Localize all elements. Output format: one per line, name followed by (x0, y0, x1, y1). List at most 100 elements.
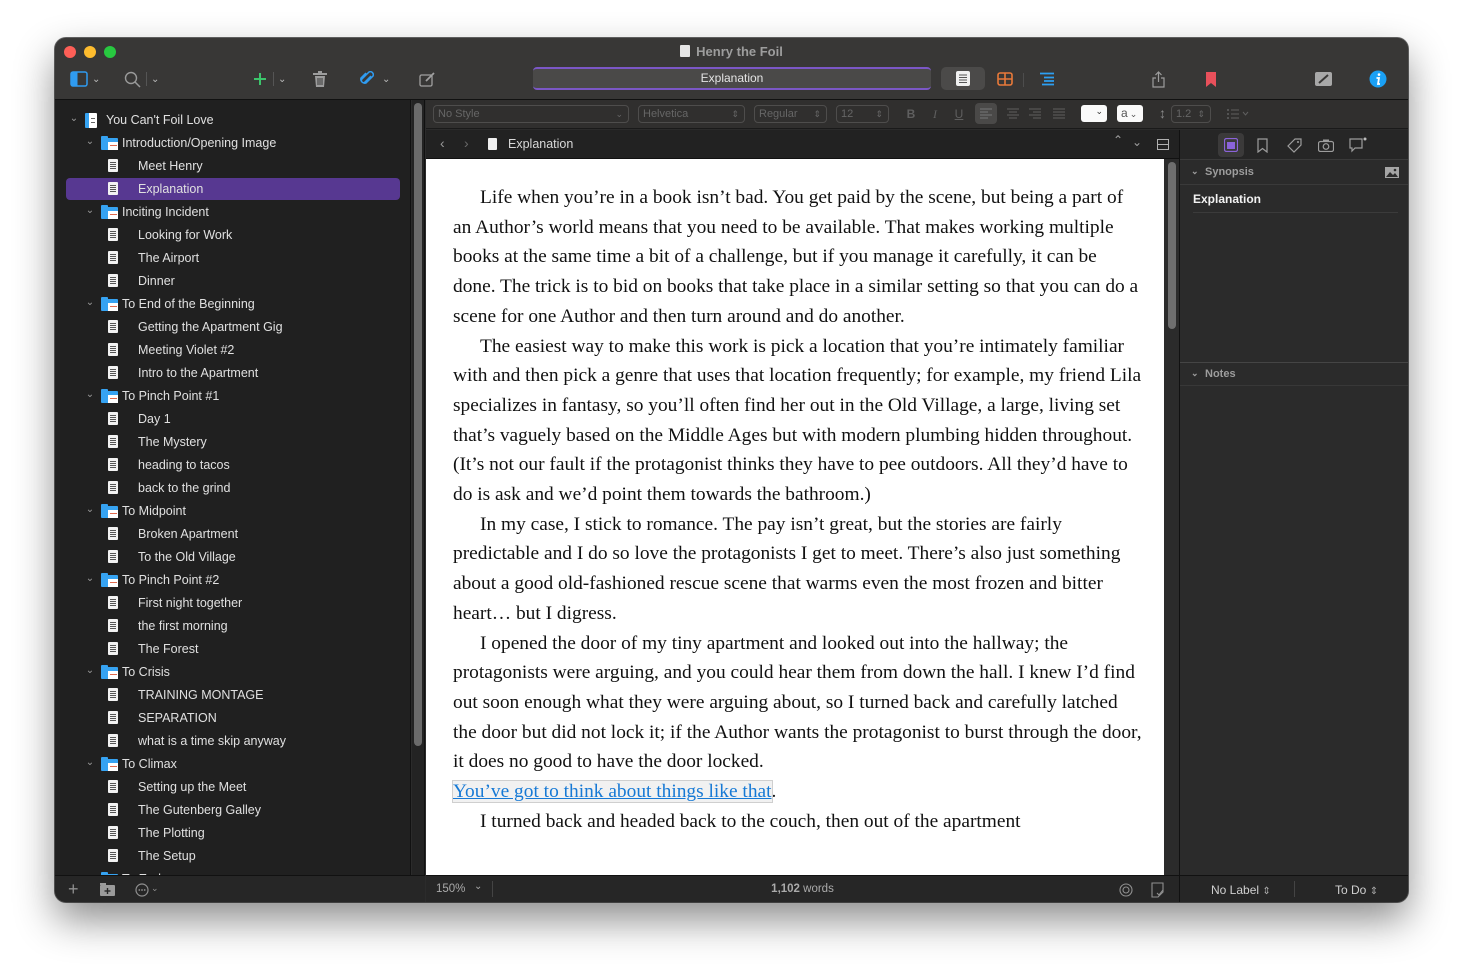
bookmark-button[interactable] (1206, 67, 1216, 91)
binder-document-item[interactable]: Broken Apartment (66, 523, 400, 545)
binder-scrollbar[interactable] (412, 100, 425, 875)
corkboard-view-button[interactable] (997, 67, 1013, 91)
tab-notes[interactable] (1218, 133, 1244, 157)
binder-document-item[interactable]: The Setup (66, 845, 400, 867)
binder-document-item[interactable]: Setting up the Meet (66, 776, 400, 798)
binder-document-item[interactable]: SEPARATION (66, 707, 400, 729)
disclosure-chevron-icon[interactable]: ⌄ (85, 389, 95, 400)
binder-document-item[interactable]: The Mystery (66, 431, 400, 453)
split-editor-icon[interactable] (1157, 139, 1169, 150)
outline-view-button[interactable] (1040, 67, 1055, 91)
binder-folder-item[interactable]: ⌄ To Pinch Point #1 (66, 385, 400, 407)
hyperlink[interactable]: You’ve got to think about things like th… (452, 780, 773, 804)
manuscript-text[interactable]: Life when you’re in a book isn’t bad. Yo… (452, 183, 1143, 837)
disclosure-chevron-icon[interactable]: ⌄ (85, 205, 95, 216)
highlight-color-picker[interactable]: a ⌄ (1117, 105, 1143, 122)
font-size-select[interactable]: 12 ⇕ (836, 105, 889, 123)
disclosure-chevron-icon[interactable]: ⌄ (85, 136, 95, 147)
disclosure-chevron-icon[interactable]: ⌄ (85, 573, 95, 584)
text-color-picker[interactable]: ⌄ (1081, 105, 1107, 122)
binder-document-item[interactable]: heading to tacos (66, 454, 400, 476)
add-item-button[interactable]: ⌄ (253, 67, 286, 91)
sidebar-toggle-button[interactable]: ⌄ (70, 67, 100, 91)
binder-folder-item[interactable]: ⌄ To Crisis (66, 661, 400, 683)
previous-document-icon[interactable]: ⌃ (1113, 133, 1123, 147)
binder-folder-item[interactable]: ⌄To End (66, 868, 400, 875)
paragraph[interactable]: I opened the door of my tiny apartment a… (453, 629, 1143, 778)
italic-button[interactable]: I (928, 105, 942, 123)
align-left-button[interactable] (975, 103, 997, 124)
line-spacing-select[interactable]: 1.2 ⇕ (1171, 105, 1211, 123)
composition-mode-button[interactable] (1315, 67, 1332, 91)
more-options-icon[interactable] (135, 883, 149, 897)
binder-folder-item[interactable]: ⌄ Inciting Incident (66, 201, 400, 223)
tab-comments[interactable] (1345, 133, 1371, 157)
forward-arrow-icon[interactable]: › (464, 135, 469, 151)
compose-button[interactable] (419, 67, 435, 91)
disclosure-chevron-icon[interactable]: ⌄ (85, 504, 95, 515)
synopsis-section-header[interactable]: ⌄ Synopsis (1180, 161, 1408, 185)
editor-scroll-thumb[interactable] (1168, 162, 1176, 329)
binder-document-item[interactable]: The Gutenberg Galley (66, 799, 400, 821)
share-button[interactable] (1152, 67, 1165, 91)
binder-folder-item[interactable]: ⌄ Introduction/Opening Image (66, 132, 400, 154)
paragraph-style-select[interactable]: No Style ⌄ (433, 105, 629, 123)
trash-button[interactable] (313, 67, 327, 91)
binder-folder-item[interactable]: ⌄ To Pinch Point #2 (66, 569, 400, 591)
add-folder-icon[interactable] (100, 883, 115, 896)
disclosure-chevron-icon[interactable]: ⌄ (85, 297, 95, 308)
document-title-field[interactable]: Explanation (533, 67, 931, 90)
binder-document-item[interactable]: To the Old Village (66, 546, 400, 568)
binder-scroll-thumb[interactable] (414, 103, 422, 746)
synopsis-image-icon[interactable] (1385, 167, 1399, 178)
align-center-icon[interactable] (1004, 103, 1022, 124)
underline-button[interactable]: U (952, 105, 966, 123)
binder-document-item[interactable]: back to the grind (66, 477, 400, 499)
binder-document-item[interactable]: The Forest (66, 638, 400, 660)
binder-document-item[interactable]: Day 1 (66, 408, 400, 430)
notes-text-area[interactable] (1180, 387, 1408, 875)
binder-folder-item[interactable]: ⌄ To End of the Beginning (66, 293, 400, 315)
add-icon[interactable]: + (68, 879, 79, 900)
binder-document-item[interactable]: First night together (66, 592, 400, 614)
disclosure-chevron-icon[interactable]: ⌄ (69, 113, 79, 124)
tab-bookmarks[interactable] (1249, 133, 1275, 157)
binder-document-item[interactable]: Intro to the Apartment (66, 362, 400, 384)
binder-document-item[interactable]: Explanation (66, 178, 400, 200)
binder-folder-item[interactable]: ⌄ To Climax (66, 753, 400, 775)
notes-section-header[interactable]: ⌄ Notes (1180, 362, 1408, 386)
target-icon[interactable] (1119, 883, 1133, 897)
binder-document-item[interactable]: The Airport (66, 247, 400, 269)
disclosure-chevron-icon[interactable]: ⌄ (85, 757, 95, 768)
next-document-icon[interactable]: ⌄ (1132, 135, 1142, 149)
binder-document-item[interactable]: Getting the Apartment Gig (66, 316, 400, 338)
document-view-button[interactable] (941, 67, 985, 90)
attachment-button[interactable]: ⌄ (360, 67, 390, 91)
paragraph[interactable]: The easiest way to make this work is pic… (453, 332, 1143, 510)
editor-scrollbar[interactable] (1164, 159, 1179, 875)
inspector-toggle-button[interactable] (1369, 67, 1387, 91)
binder-document-item[interactable]: TRAINING MONTAGE (66, 684, 400, 706)
chevron-down-icon[interactable]: ⌄ (151, 883, 159, 894)
bold-button[interactable]: B (904, 105, 918, 123)
disclosure-chevron-icon[interactable]: ⌄ (85, 665, 95, 676)
paragraph[interactable]: In my case, I stick to romance. The pay … (453, 510, 1143, 629)
align-right-icon[interactable] (1026, 103, 1044, 124)
tab-metadata[interactable] (1281, 133, 1307, 157)
binder-document-item[interactable]: Meet Henry (66, 155, 400, 177)
binder-document-item[interactable]: Looking for Work (66, 224, 400, 246)
align-justify-icon[interactable] (1050, 103, 1068, 124)
status-select[interactable]: To Do ⇕ (1335, 883, 1378, 897)
font-family-select[interactable]: Helvetica ⇕ (638, 105, 745, 123)
binder-document-item[interactable]: what is a time skip anyway (66, 730, 400, 752)
paragraph[interactable]: I turned back and headed back to the cou… (453, 807, 1143, 837)
document-notes-icon[interactable] (1151, 882, 1164, 898)
synopsis-text[interactable]: Explanation (1193, 192, 1398, 213)
list-style-icon[interactable] (1226, 108, 1252, 120)
binder-document-item[interactable]: Meeting Violet #2 (66, 339, 400, 361)
tab-snapshots[interactable] (1313, 133, 1339, 157)
binder-folder-item[interactable]: ⌄ To Midpoint (66, 500, 400, 522)
binder-document-item[interactable]: the first morning (66, 615, 400, 637)
binder-document-item[interactable]: Dinner (66, 270, 400, 292)
paragraph[interactable]: Life when you’re in a book isn’t bad. Yo… (453, 183, 1143, 332)
